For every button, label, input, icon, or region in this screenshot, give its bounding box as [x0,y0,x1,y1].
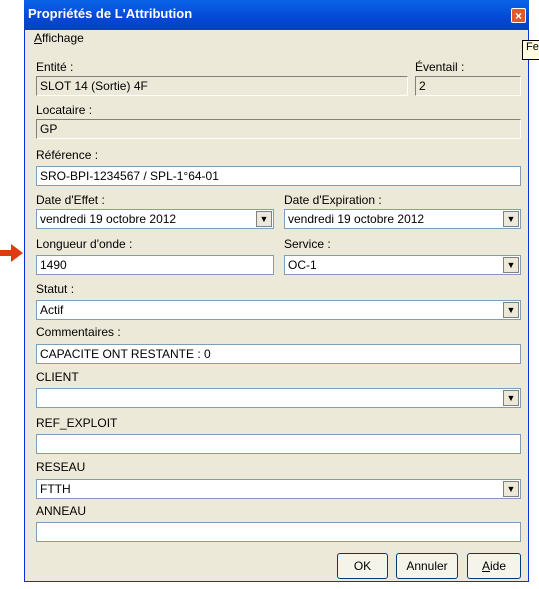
ok-button[interactable]: OK [337,553,388,579]
eventail-field: 2 [415,76,521,96]
tooltip: Fe [522,40,539,60]
date-expiration-value: vendredi 19 octobre 2012 [288,212,425,226]
anneau-input[interactable] [36,522,521,542]
menu-affichage-label: ffichage [42,31,84,45]
entite-field: SLOT 14 (Sortie) 4F [36,76,408,96]
annotation-arrow-icon [0,244,23,262]
chevron-down-icon[interactable]: ▼ [256,211,272,227]
chevron-down-icon[interactable]: ▼ [503,481,519,497]
service-select[interactable]: OC-1 ▼ [284,255,521,275]
reseau-select[interactable]: FTTH ▼ [36,479,521,499]
menu-affichage-accel: A [34,31,43,45]
statut-label: Statut : [36,282,75,296]
date-effet-picker[interactable]: vendredi 19 octobre 2012 ▼ [36,209,274,229]
commentaires-input[interactable]: CAPACITE ONT RESTANTE : 0 [36,344,521,364]
menu-bar [25,30,528,48]
ref-exploit-input[interactable] [36,434,521,454]
date-effet-value: vendredi 19 octobre 2012 [40,212,177,226]
eventail-label: Éventail : [415,60,465,74]
locataire-label: Locataire : [36,103,93,117]
client-select[interactable]: ▼ [36,388,521,408]
chevron-down-icon[interactable]: ▼ [503,390,519,406]
aide-label: ide [490,559,507,573]
date-expiration-picker[interactable]: vendredi 19 octobre 2012 ▼ [284,209,521,229]
reference-input[interactable]: SRO-BPI-1234567 / SPL-1°64-01 [36,166,521,186]
aide-accel: A [481,559,490,573]
commentaires-label: Commentaires : [36,325,121,339]
menu-affichage[interactable]: Affichage [34,31,84,45]
aide-button[interactable]: Aide [467,553,521,579]
service-label: Service : [284,237,331,251]
reseau-value: FTTH [40,482,71,496]
reference-label: Référence : [36,148,99,162]
chevron-down-icon[interactable]: ▼ [503,211,519,227]
close-button[interactable]: × [511,8,526,23]
date-expiration-label: Date d'Expiration : [284,193,382,207]
client-label: CLIENT [36,370,79,384]
anneau-label: ANNEAU [36,504,87,518]
ref-exploit-label: REF_EXPLOIT [36,416,118,430]
longueur-onde-label: Longueur d'onde : [36,237,133,251]
reseau-label: RESEAU [36,460,86,474]
statut-select[interactable]: Actif ▼ [36,300,521,320]
window-title: Propriétés de L'Attribution [28,6,193,21]
entite-label: Entité : [36,60,74,74]
date-effet-label: Date d'Effet : [36,193,105,207]
annuler-button[interactable]: Annuler [396,553,458,579]
service-value: OC-1 [288,258,317,272]
statut-value: Actif [40,303,64,317]
locataire-field: GP [36,119,521,139]
chevron-down-icon[interactable]: ▼ [503,302,519,318]
longueur-onde-input[interactable]: 1490 [36,255,274,275]
chevron-down-icon[interactable]: ▼ [503,257,519,273]
